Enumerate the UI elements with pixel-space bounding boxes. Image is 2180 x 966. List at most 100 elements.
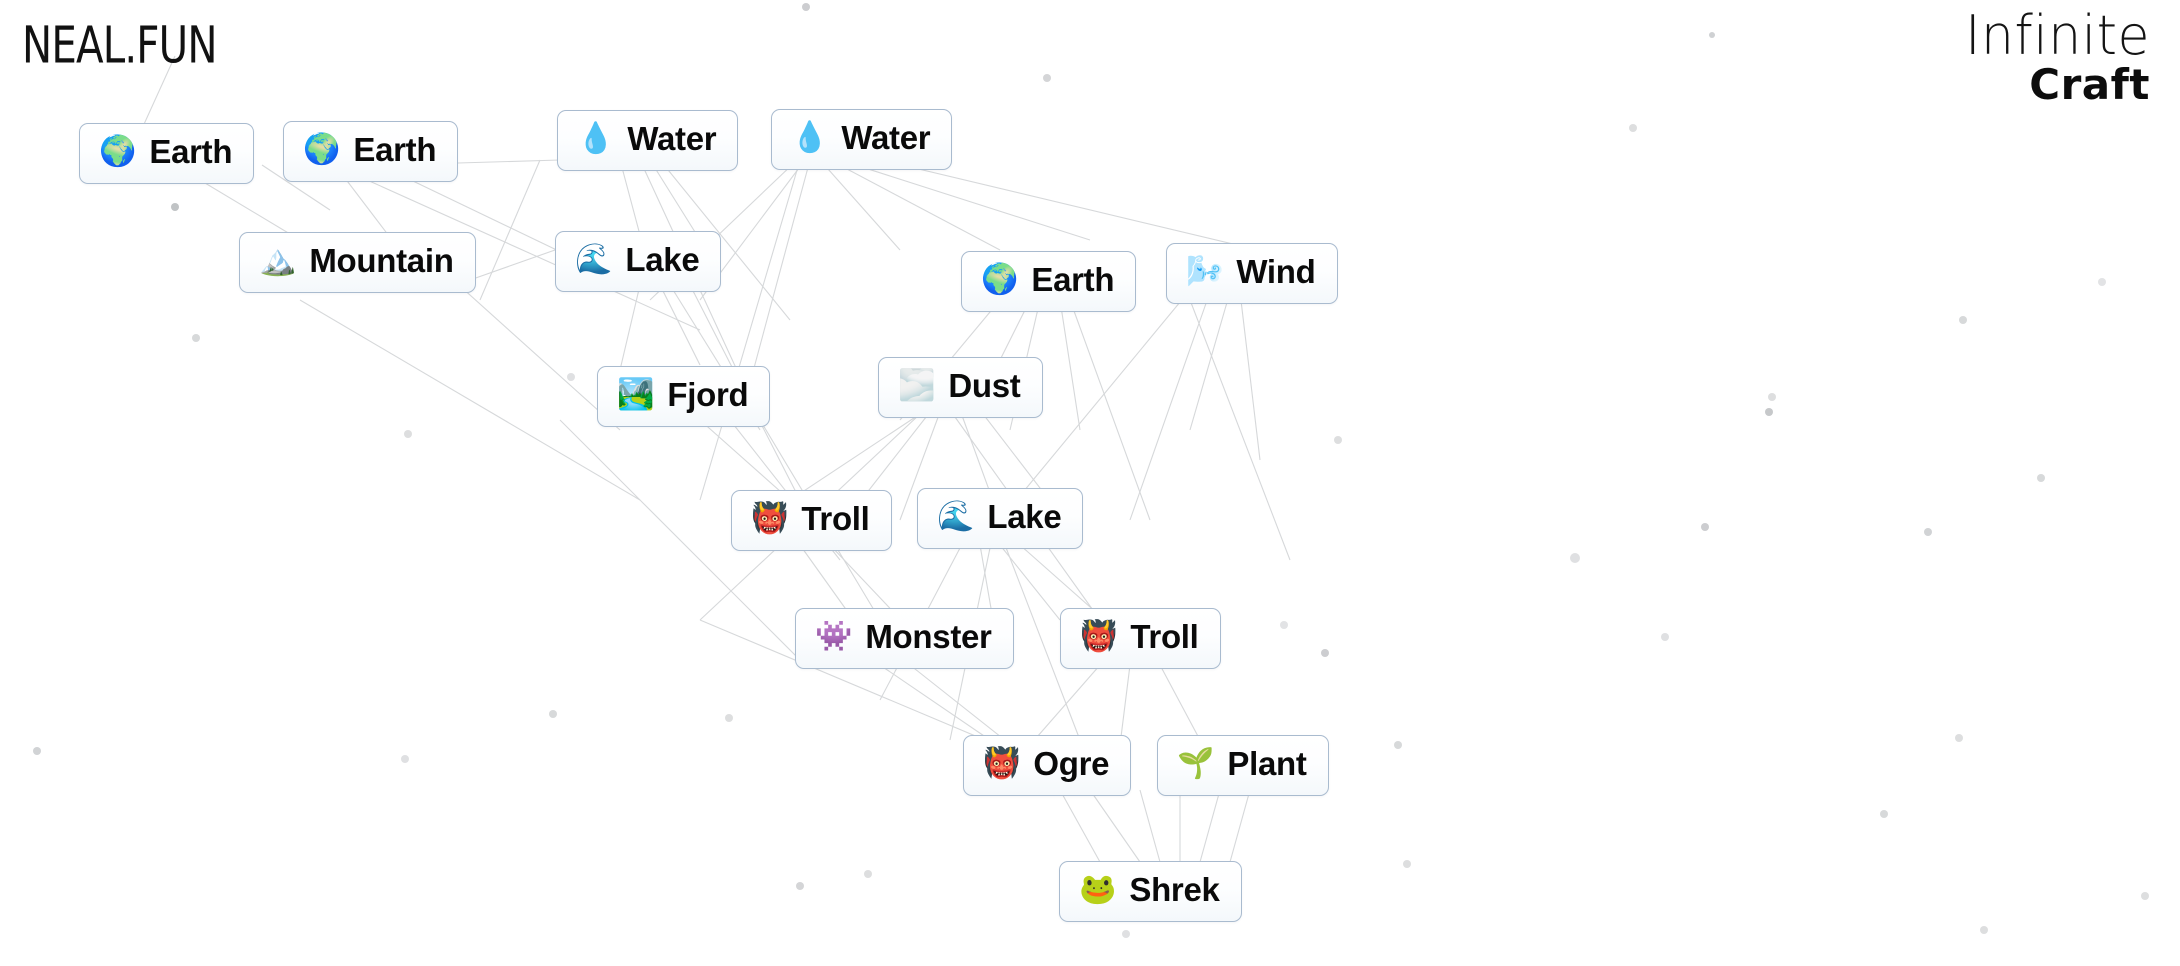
element-card-lake-2[interactable]: 🌊 Lake: [917, 488, 1084, 549]
background-dot: [171, 203, 179, 211]
connection-line: [829, 159, 1001, 251]
connection-line: [1069, 299, 1151, 521]
element-card-plant[interactable]: 🌱 Plant: [1157, 735, 1329, 796]
element-card-monster[interactable]: 👾 Monster: [795, 608, 1014, 669]
connection-line: [1159, 664, 1201, 741]
connection-line: [469, 249, 556, 281]
background-dot: [1880, 810, 1888, 818]
neal-fun-logo[interactable]: NEAL.FUN: [22, 16, 217, 75]
background-dot: [1955, 734, 1963, 742]
element-card-ogre[interactable]: 👹 Ogre: [963, 735, 1132, 796]
element-card-water-2[interactable]: 💧 Water: [771, 109, 953, 170]
background-dot: [1980, 926, 1988, 934]
background-dot: [2098, 278, 2106, 286]
element-label: Wind: [1236, 253, 1316, 290]
background-dot: [1765, 408, 1773, 416]
connection-line: [799, 544, 851, 616]
element-card-dust[interactable]: 🌫️ Dust: [878, 357, 1043, 418]
element-label: Dust: [948, 367, 1021, 404]
element-label: Water: [627, 120, 717, 157]
connection-line: [619, 159, 641, 236]
element-card-earth-2[interactable]: 🌍 Earth: [283, 121, 459, 182]
element-label: Lake: [625, 241, 700, 278]
background-dot: [401, 755, 409, 763]
connection-line: [1089, 789, 1141, 863]
water-wave-emoji: 🌊: [937, 499, 975, 535]
droplet-emoji: 💧: [577, 121, 615, 157]
background-dot: [1924, 528, 1932, 536]
connection-line: [1119, 664, 1131, 746]
background-dot: [567, 373, 575, 381]
element-card-wind[interactable]: 🌬️ Wind: [1166, 243, 1338, 304]
element-card-shrek[interactable]: 🐸 Shrek: [1059, 861, 1242, 922]
element-label: Earth: [1031, 261, 1115, 298]
element-label: Plant: [1227, 745, 1307, 782]
element-label: Earth: [353, 131, 437, 168]
connection-line: [299, 299, 641, 501]
element-card-lake-1[interactable]: 🌊 Lake: [555, 231, 722, 292]
wind-face-emoji: 🌬️: [1186, 254, 1224, 290]
connection-line: [819, 159, 901, 251]
connection-line: [479, 159, 541, 301]
connection-line: [1129, 291, 1211, 521]
national-park-emoji: 🏞️: [617, 377, 655, 413]
connection-line: [1229, 789, 1251, 863]
background-dot: [1629, 124, 1637, 132]
connection-line: [649, 159, 701, 241]
background-dot: [1570, 553, 1580, 563]
ogre-emoji: 👹: [983, 746, 1021, 782]
connection-line: [699, 159, 801, 501]
infinite-craft-wordmark: Infinite Craft: [1965, 4, 2150, 107]
connection-line: [1189, 291, 1231, 431]
ogre-emoji: 👹: [1080, 619, 1118, 655]
alien-monster-emoji: 👾: [815, 619, 853, 655]
connection-line: [1139, 789, 1161, 863]
element-label: Mountain: [309, 242, 454, 279]
background-dot: [796, 882, 804, 890]
background-dot: [549, 710, 557, 718]
connection-line: [1029, 664, 1101, 746]
connection-line: [1189, 299, 1291, 561]
background-dot: [404, 430, 412, 438]
background-dot: [1043, 74, 1051, 82]
connection-line: [839, 159, 1091, 241]
element-card-troll-1[interactable]: 👹 Troll: [731, 490, 892, 551]
element-label: Troll: [1130, 618, 1199, 655]
element-label: Water: [841, 119, 931, 156]
background-dot: [802, 3, 810, 11]
background-dot: [1661, 633, 1669, 641]
brand-line-infinite: Infinite: [1965, 4, 2150, 68]
element-card-earth-1[interactable]: 🌍 Earth: [79, 123, 255, 184]
frog-emoji: 🐸: [1079, 872, 1117, 908]
element-label: Ogre: [1033, 745, 1110, 782]
element-label: Fjord: [667, 376, 749, 413]
element-card-water-1[interactable]: 💧 Water: [557, 110, 739, 171]
fog-emoji: 🌫️: [898, 368, 936, 404]
connection-line: [699, 419, 791, 501]
element-card-fjord[interactable]: 🏞️ Fjord: [597, 366, 771, 427]
background-dot: [1334, 436, 1342, 444]
background-dot: [2141, 892, 2149, 900]
element-card-earth-3[interactable]: 🌍 Earth: [961, 251, 1137, 312]
ogre-emoji: 👹: [751, 501, 789, 537]
connection-line: [1059, 789, 1101, 863]
connection-line: [1059, 299, 1081, 431]
element-label: Shrek: [1129, 871, 1220, 908]
connection-line: [619, 284, 641, 371]
background-dot: [864, 870, 872, 878]
earth-globe-emoji: 🌍: [99, 134, 137, 170]
element-label: Troll: [801, 500, 870, 537]
background-dot: [1394, 741, 1402, 749]
background-dot: [1321, 649, 1329, 657]
element-label: Monster: [865, 618, 992, 655]
element-card-troll-2[interactable]: 👹 Troll: [1060, 608, 1221, 669]
infinite-craft-canvas[interactable]: NEAL.FUN Infinite Craft 🌍 Earth 🌍 Earth 💧 Wat…: [0, 0, 2180, 966]
droplet-emoji: 💧: [791, 120, 829, 156]
earth-globe-emoji: 🌍: [303, 132, 341, 168]
element-card-mountain[interactable]: 🏔️ Mountain: [239, 232, 476, 293]
background-dot: [192, 334, 200, 342]
background-dot: [1701, 523, 1709, 531]
background-dot: [1403, 860, 1411, 868]
connection-line: [659, 284, 701, 366]
background-dot: [2037, 474, 2045, 482]
